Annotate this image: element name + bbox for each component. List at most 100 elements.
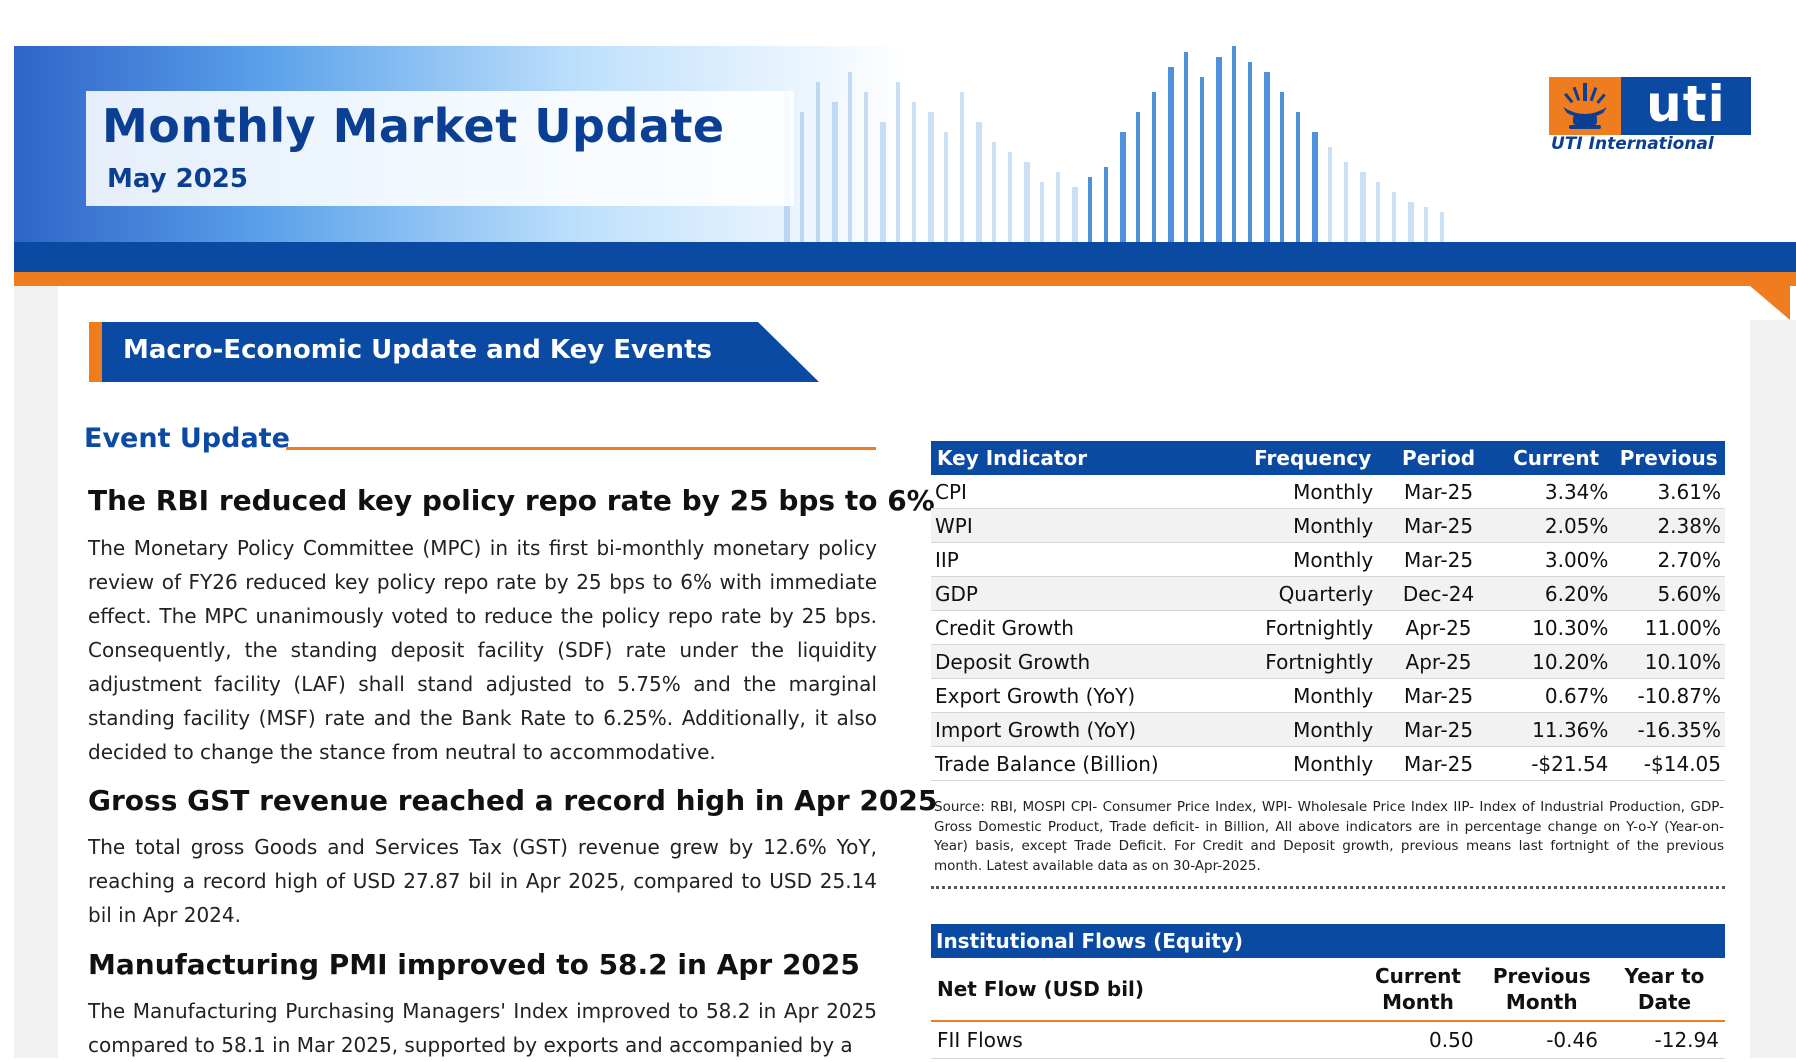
corner-accent: [1750, 286, 1790, 320]
section-title: Macro-Economic Update and Key Events: [123, 335, 712, 365]
flows-col-label: Net Flow (USD bil): [931, 958, 1357, 1022]
table-row: Deposit Growth Fortnightly Apr-25 10.20% 10.…: [931, 644, 1725, 679]
indicator-frequency: Fortnightly: [1244, 610, 1378, 645]
table-row: Import Growth (YoY) Monthly Mar-25 11.36% -1…: [931, 712, 1725, 747]
indicator-frequency: Monthly: [1244, 475, 1378, 509]
indicator-frequency: Monthly: [1244, 712, 1378, 747]
banner-bar: [1056, 172, 1060, 242]
banner-bar: [1440, 212, 1444, 242]
flows-col-previous-line2: Month: [1505, 990, 1578, 1014]
table-row: Export Growth (YoY) Monthly Mar-25 0.67% -10…: [931, 678, 1725, 713]
col-period: Period: [1377, 441, 1500, 475]
flows-col-current: Current Month: [1356, 958, 1480, 1022]
indicator-frequency: Fortnightly: [1244, 644, 1378, 679]
table-row: Trade Balance (Billion) Monthly Mar-25 -$21…: [931, 746, 1725, 781]
indicator-current: 2.05%: [1499, 508, 1613, 543]
banner-bar: [1200, 77, 1204, 242]
event-body-gst: The total gross Goods and Services Tax (…: [88, 835, 877, 927]
indicator-period: Mar-25: [1377, 508, 1500, 543]
indicator-period: Mar-25: [1377, 542, 1500, 577]
indicator-previous: 10.10%: [1612, 644, 1725, 679]
table-row: GDP Quarterly Dec-24 6.20% 5.60%: [931, 576, 1725, 611]
indicator-name: Import Growth (YoY): [931, 712, 1245, 747]
indicator-current: 0.67%: [1499, 678, 1613, 713]
event-title-gst: Gross GST revenue reached a record high …: [88, 784, 938, 817]
flows-col-previous: Previous Month: [1479, 958, 1604, 1022]
indicator-period: Mar-25: [1377, 712, 1500, 747]
left-margin: [14, 286, 58, 1058]
banner-bar: [1104, 167, 1108, 242]
flows-cell-current: 0.50: [1356, 1021, 1480, 1059]
indicator-name: IIP: [931, 542, 1245, 577]
key-indicators-table: Key Indicator Frequency Period Current P…: [931, 441, 1725, 781]
section-accent-bar: [89, 322, 102, 382]
indicator-period: Mar-25: [1377, 678, 1500, 713]
indicator-name: Export Growth (YoY): [931, 678, 1245, 713]
indicator-name: Trade Balance (Billion): [931, 746, 1245, 781]
banner-bar: [896, 82, 900, 242]
dotted-divider: [931, 886, 1725, 889]
indicator-frequency: Quarterly: [1244, 576, 1378, 611]
banner-bar: [832, 102, 838, 242]
indicators-source-note: Source: RBI, MOSPI CPI- Consumer Price I…: [934, 799, 1724, 874]
event-title-rbi: The RBI reduced key policy repo rate by …: [88, 484, 935, 517]
indicator-previous: 2.70%: [1612, 542, 1725, 577]
indicator-current: 10.20%: [1499, 644, 1613, 679]
banner-bar: [1024, 162, 1030, 242]
banner-bar: [1328, 147, 1332, 242]
flows-cell-ytd: -12.94: [1603, 1021, 1725, 1059]
indicator-current: 3.00%: [1499, 542, 1613, 577]
banner-bar: [848, 72, 852, 242]
indicator-current: 10.30%: [1499, 610, 1613, 645]
col-frequency: Frequency: [1244, 441, 1378, 475]
indicator-previous: -16.35%: [1612, 712, 1725, 747]
banner-bar: [1008, 152, 1012, 242]
logo-subtitle: UTI International: [1551, 134, 1714, 154]
indicator-frequency: Monthly: [1244, 746, 1378, 781]
banner-bar: [912, 102, 916, 242]
indicator-name: GDP: [931, 576, 1245, 611]
banner-bar: [1216, 57, 1222, 242]
indicator-current: -$21.54: [1499, 746, 1613, 781]
indicator-period: Mar-25: [1377, 746, 1500, 781]
banner-bar: [1120, 132, 1126, 242]
flows-col-ytd-line2: Date: [1637, 990, 1692, 1014]
banner-bar: [880, 122, 886, 242]
banner-bar: [1088, 177, 1092, 242]
banner-bar: [1232, 46, 1236, 242]
event-update-rule: [286, 447, 876, 450]
event-update-heading: Event Update: [84, 423, 290, 454]
flows-col-current-line1: Current: [1374, 964, 1461, 988]
banner-bar: [1248, 62, 1252, 242]
page-subtitle: May 2025: [107, 164, 248, 194]
indicator-current: 3.34%: [1499, 475, 1613, 509]
indicator-period: Mar-25: [1377, 475, 1500, 509]
page-title: Monthly Market Update: [102, 99, 725, 153]
flows-col-ytd-line1: Year to: [1624, 964, 1705, 988]
banner-bar: [1296, 112, 1300, 242]
banner-bar: [816, 82, 820, 242]
institutional-flows-table: Net Flow (USD bil) Current Month Previou…: [931, 958, 1725, 1059]
indicator-name: Deposit Growth: [931, 644, 1245, 679]
table-row: FII Flows 0.50 -0.46 -12.94: [931, 1021, 1725, 1059]
banner-bar: [928, 112, 934, 242]
indicator-previous: 5.60%: [1612, 576, 1725, 611]
banner-bar: [1152, 92, 1156, 242]
indicator-previous: -$14.05: [1612, 746, 1725, 781]
flows-cell-label: FII Flows: [931, 1021, 1357, 1059]
table-row: CPI Monthly Mar-25 3.34% 3.61%: [931, 475, 1725, 509]
banner-bar: [1168, 67, 1174, 242]
flows-header: Institutional Flows (Equity): [931, 924, 1725, 958]
banner-bar: [1280, 92, 1284, 242]
banner-bar: [1376, 182, 1380, 242]
indicator-current: 11.36%: [1499, 712, 1613, 747]
banner-bar: [992, 142, 996, 242]
indicator-frequency: Monthly: [1244, 542, 1378, 577]
banner-bar: [1264, 72, 1270, 242]
flows-col-current-line2: Month: [1382, 990, 1454, 1014]
banner-bar: [1312, 132, 1318, 242]
indicator-current: 6.20%: [1499, 576, 1613, 611]
flows-col-ytd: Year to Date: [1603, 958, 1725, 1022]
banner-bar: [1040, 182, 1044, 242]
banner-bar: [1392, 192, 1396, 242]
